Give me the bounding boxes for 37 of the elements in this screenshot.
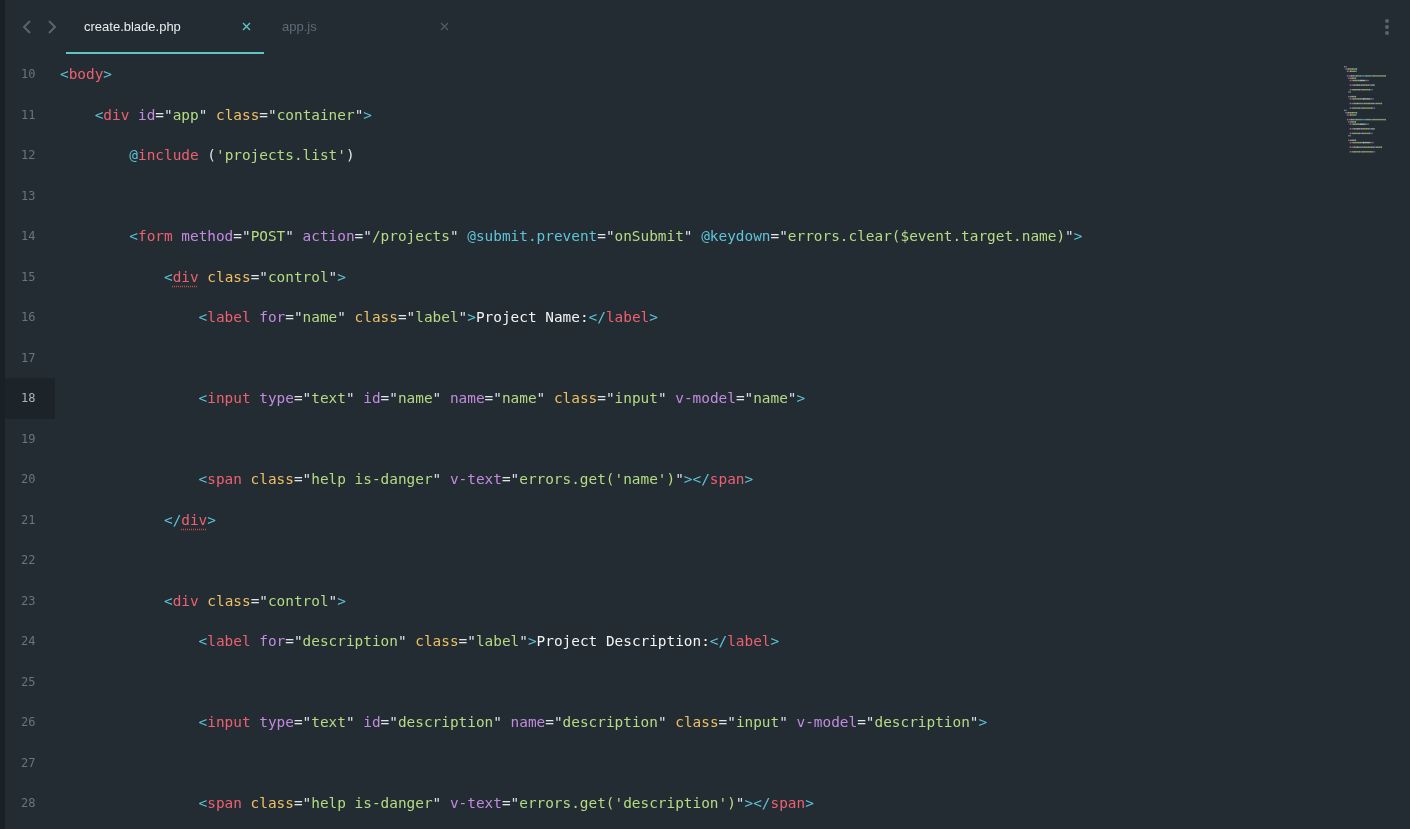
code-line: <span class="help is-danger" v-text="errors.get('description')"></span> bbox=[197, 795, 814, 812]
line-number: 16 bbox=[20, 309, 37, 327]
line-number: 25 bbox=[20, 673, 37, 691]
line-number: 21 bbox=[20, 511, 37, 529]
line-number: 11 bbox=[20, 106, 37, 124]
line-number: 20 bbox=[20, 471, 37, 489]
code-line: <div id="app" class="container"> bbox=[93, 106, 372, 123]
forward-chevron-icon[interactable] bbox=[46, 19, 58, 35]
code-line: <span class="help is-danger" v-text="errors.get('name')"></span> bbox=[197, 471, 754, 488]
code-line: @include ('projects.list') bbox=[128, 147, 355, 164]
code-line: <label for="description" class="label">Project Description:</label> bbox=[197, 633, 780, 650]
code-line: <body> bbox=[59, 66, 112, 83]
line-number: 17 bbox=[20, 349, 37, 367]
line-number: 23 bbox=[20, 592, 37, 610]
line-number: 24 bbox=[20, 633, 37, 651]
code-line: <div class="control"> bbox=[162, 592, 346, 609]
back-chevron-icon[interactable] bbox=[21, 19, 33, 35]
line-number: 14 bbox=[20, 228, 37, 246]
code-line: <label for="name" class="label">Project Name:</label> bbox=[197, 309, 658, 326]
line-number: 18 bbox=[5, 378, 55, 419]
code-line: <div class="control"> bbox=[162, 268, 346, 285]
line-number: 27 bbox=[20, 754, 37, 772]
line-number: 19 bbox=[20, 430, 37, 448]
file-tab[interactable]: create.blade.php bbox=[66, 0, 264, 54]
line-number: 12 bbox=[20, 147, 37, 165]
code-line: <input type="text" id="name" name="name" class="input" v-model="name"> bbox=[197, 390, 806, 407]
more-options-icon[interactable] bbox=[1384, 18, 1390, 36]
line-number: 28 bbox=[20, 795, 37, 813]
close-icon[interactable] bbox=[242, 21, 251, 31]
line-number: 22 bbox=[20, 552, 37, 570]
code-line: </div> bbox=[162, 511, 216, 528]
line-number: 26 bbox=[20, 714, 37, 732]
code-line: <form method="POST" action="/projects" @submit.prevent="onSubmit" @keydown="errors.clear($event.target.name)"> bbox=[128, 228, 1083, 245]
code-line: <input type="text" id="description" name="description" class="input" v-model="description"> bbox=[197, 714, 988, 731]
line-number: 10 bbox=[20, 66, 37, 84]
line-number: 13 bbox=[20, 187, 37, 205]
line-number: 15 bbox=[20, 268, 37, 286]
